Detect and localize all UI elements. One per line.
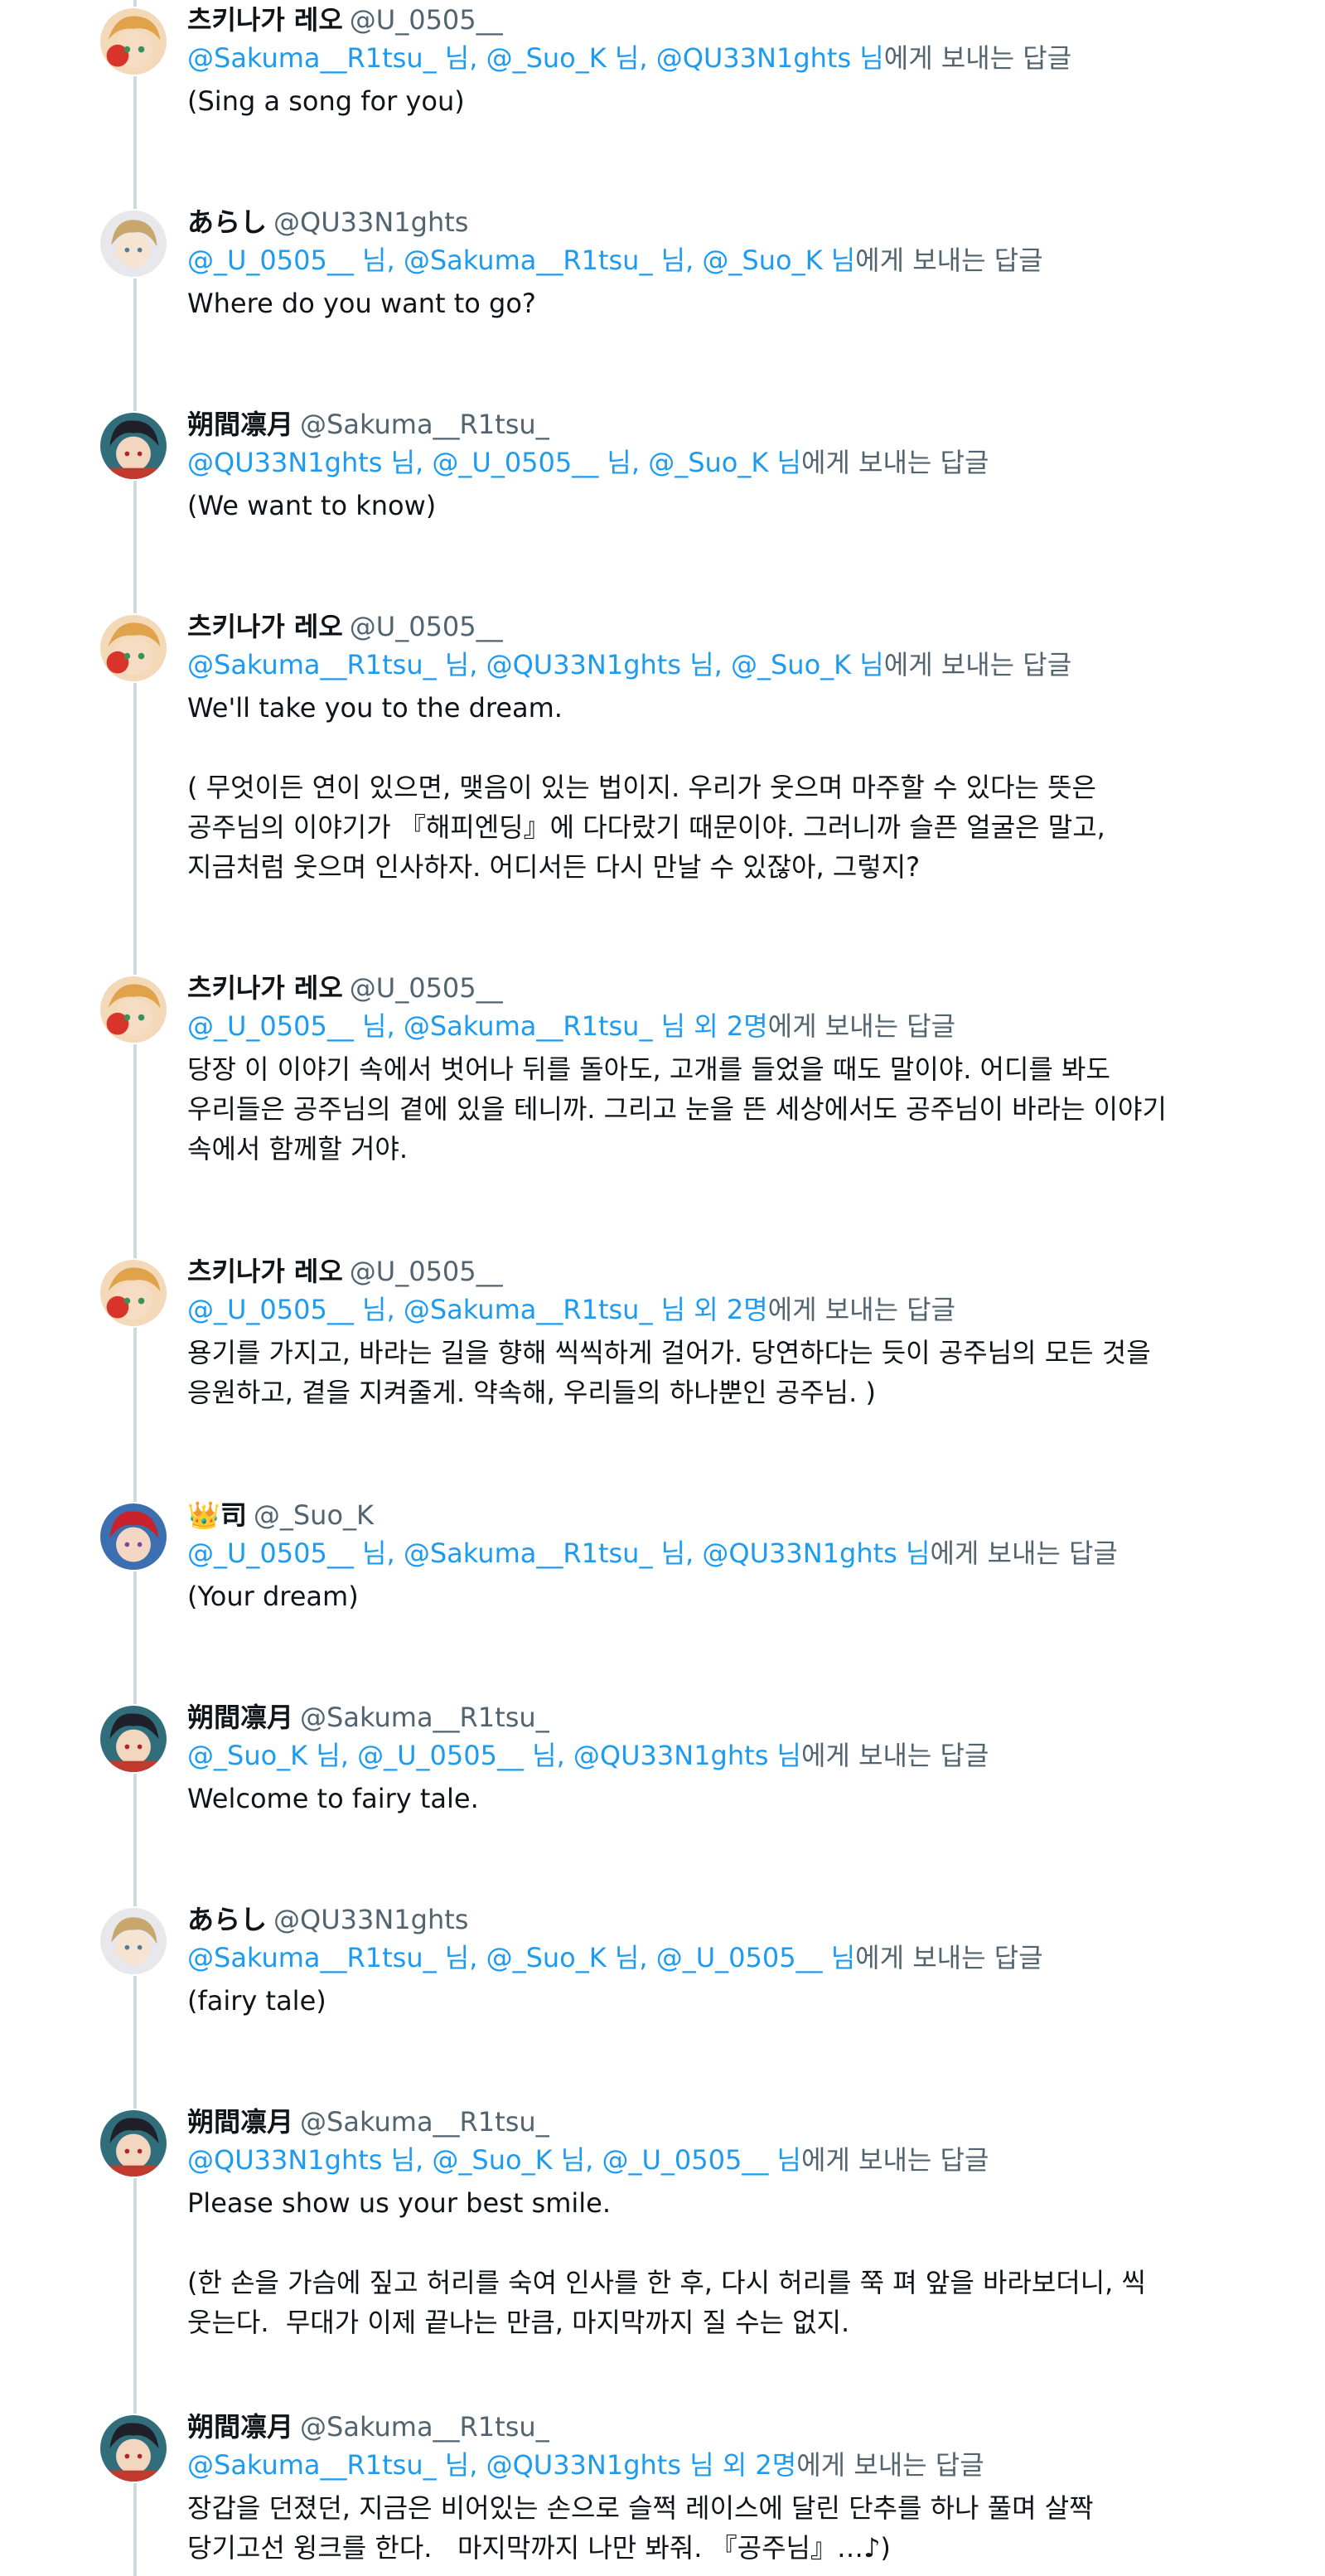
user-handle[interactable]: @QU33N1ghts bbox=[273, 206, 468, 238]
tweet-text: Where do you want to go? bbox=[187, 288, 536, 319]
user-handle[interactable]: @Sakuma__R1tsu_ bbox=[300, 2106, 549, 2138]
tweet-text: Please show us your best smile. (한 손을 가슴… bbox=[187, 2187, 1146, 2338]
reply-mentions[interactable]: @_U_0505__ 님, @Sakuma__R1tsu_ 님, @_Suo_K… bbox=[187, 245, 855, 276]
tweet-text: (Sing a song for you) bbox=[187, 85, 465, 117]
tweet-text: 장갑을 던졌던, 지금은 비어있는 손으로 슬쩍 레이스에 달린 단추를 하나 … bbox=[187, 2492, 1094, 2564]
user-handle[interactable]: @U_0505__ bbox=[350, 1256, 503, 1287]
reply-to-line: @Sakuma__R1tsu_ 님, @_Suo_K 님, @_U_0505__… bbox=[187, 1938, 1292, 1978]
tweet-header: 츠키나가 레오 @U_0505__ bbox=[187, 1253, 1292, 1290]
display-name[interactable]: 朔間凛月 bbox=[187, 2411, 293, 2443]
display-name[interactable]: 츠키나가 레오 bbox=[187, 972, 343, 1004]
arashi-avatar[interactable] bbox=[99, 1906, 168, 1976]
reply-suffix: 에게 보내는 답글 bbox=[855, 245, 1043, 276]
reply-suffix: 에게 보내는 답글 bbox=[800, 2144, 989, 2176]
reply-suffix: 에게 보내는 답글 bbox=[767, 1294, 956, 1325]
reply-mentions[interactable]: @Sakuma__R1tsu_ 님, @QU33N1ghts 님 외 2명 bbox=[187, 2449, 796, 2481]
reply-to-line: @Sakuma__R1tsu_ 님, @QU33N1ghts 님 외 2명에게 … bbox=[187, 2445, 1292, 2485]
display-name[interactable]: あらし bbox=[187, 1904, 267, 1935]
ritsu-avatar[interactable] bbox=[99, 2414, 168, 2483]
tweet-header: あらし @QU33N1ghts bbox=[187, 204, 1292, 240]
user-handle[interactable]: @Sakuma__R1tsu_ bbox=[300, 409, 549, 440]
user-handle[interactable]: @QU33N1ghts bbox=[273, 1904, 468, 1935]
tweet-header: 츠키나가 레오 @U_0505__ bbox=[187, 970, 1292, 1006]
tweet-text: (Your dream) bbox=[187, 1581, 359, 1612]
user-handle[interactable]: @_Suo_K bbox=[254, 1499, 374, 1531]
reply-mentions[interactable]: @QU33N1ghts 님, @_Suo_K 님, @_U_0505__ 님 bbox=[187, 2144, 801, 2176]
tweet-header: 朔間凛月 @Sakuma__R1tsu_ bbox=[187, 2409, 1292, 2445]
reply-suffix: 에게 보내는 답글 bbox=[800, 447, 989, 478]
reply-to-line: @_U_0505__ 님, @Sakuma__R1tsu_ 님, @_Suo_K… bbox=[187, 240, 1292, 280]
reply-to-line: @_Suo_K 님, @_U_0505__ 님, @QU33N1ghts 님에게… bbox=[187, 1736, 1292, 1775]
tweet-text: 당장 이 이야기 속에서 벗어나 뒤를 돌아도, 고개를 들었을 때도 말이야.… bbox=[187, 1053, 1167, 1165]
tweet-header: 츠키나가 레오 @U_0505__ bbox=[187, 608, 1292, 645]
reply-to-line: @QU33N1ghts 님, @_Suo_K 님, @_U_0505__ 님에게… bbox=[187, 2140, 1292, 2180]
reply-suffix: 에게 보내는 답글 bbox=[800, 1740, 989, 1771]
reply-mentions[interactable]: @Sakuma__R1tsu_ 님, @_Suo_K 님, @_U_0505__… bbox=[187, 1942, 855, 1973]
reply-to-line: @_U_0505__ 님, @Sakuma__R1tsu_ 님 외 2명에게 보… bbox=[187, 1290, 1292, 1329]
ritsu-avatar[interactable] bbox=[99, 1704, 168, 1774]
tweet-header: 朔間凛月 @Sakuma__R1tsu_ bbox=[187, 2104, 1292, 2140]
display-name[interactable]: 츠키나가 레오 bbox=[187, 4, 343, 36]
user-handle[interactable]: @U_0505__ bbox=[350, 972, 503, 1004]
ritsu-avatar[interactable] bbox=[99, 411, 168, 481]
tweet-header: 👑司 @_Suo_K bbox=[187, 1497, 1292, 1533]
reply-suffix: 에게 보내는 답글 bbox=[796, 2449, 984, 2481]
display-name[interactable]: 朔間凛月 bbox=[187, 1702, 293, 1733]
reply-suffix: 에게 보내는 답글 bbox=[883, 42, 1072, 74]
tweet-text: (We want to know) bbox=[187, 490, 437, 521]
crown-icon: 👑 bbox=[187, 1499, 220, 1531]
reply-mentions[interactable]: @_U_0505__ 님, @Sakuma__R1tsu_ 님 외 2명 bbox=[187, 1010, 768, 1042]
display-name[interactable]: 朔間凛月 bbox=[187, 2106, 293, 2138]
reply-mentions[interactable]: @_U_0505__ 님, @Sakuma__R1tsu_ 님, @QU33N1… bbox=[187, 1537, 930, 1569]
tweet-text: We'll take you to the dream. ( 무엇이든 연이 있… bbox=[187, 692, 1105, 883]
tweet-text: 용기를 가지고, 바라는 길을 향해 씩씩하게 걸어가. 당연하다는 듯이 공주… bbox=[187, 1337, 1151, 1408]
leo-avatar[interactable] bbox=[99, 613, 168, 683]
reply-to-line: @_U_0505__ 님, @Sakuma__R1tsu_ 님 외 2명에게 보… bbox=[187, 1006, 1292, 1046]
display-name[interactable]: あらし bbox=[187, 206, 267, 238]
leo-avatar[interactable] bbox=[99, 975, 168, 1044]
reply-suffix: 에게 보내는 답글 bbox=[883, 649, 1072, 680]
leo-avatar[interactable] bbox=[99, 7, 168, 76]
user-handle[interactable]: @U_0505__ bbox=[350, 611, 503, 642]
display-name[interactable]: 朔間凛月 bbox=[187, 409, 293, 440]
reply-mentions[interactable]: @Sakuma__R1tsu_ 님, @_Suo_K 님, @QU33N1ght… bbox=[187, 42, 884, 74]
reply-to-line: @QU33N1ghts 님, @_U_0505__ 님, @_Suo_K 님에게… bbox=[187, 443, 1292, 482]
reply-to-line: @_U_0505__ 님, @Sakuma__R1tsu_ 님, @QU33N1… bbox=[187, 1533, 1292, 1573]
user-handle[interactable]: @Sakuma__R1tsu_ bbox=[300, 1702, 549, 1733]
reply-to-line: @Sakuma__R1tsu_ 님, @_Suo_K 님, @QU33N1ght… bbox=[187, 38, 1292, 78]
ritsu-avatar[interactable] bbox=[99, 2109, 168, 2178]
user-handle[interactable]: @Sakuma__R1tsu_ bbox=[300, 2411, 549, 2443]
tweet-text: Welcome to fairy tale. bbox=[187, 1783, 479, 1814]
tweet-header: 朔間凛月 @Sakuma__R1tsu_ bbox=[187, 406, 1292, 443]
tweet-header: 朔間凛月 @Sakuma__R1tsu_ bbox=[187, 1699, 1292, 1736]
tweet-text: (fairy tale) bbox=[187, 1985, 326, 2017]
reply-mentions[interactable]: @Sakuma__R1tsu_ 님, @QU33N1ghts 님, @_Suo_… bbox=[187, 649, 884, 680]
tsukasa-avatar[interactable] bbox=[99, 1502, 168, 1571]
tweet-header: 츠키나가 레오 @U_0505__ bbox=[187, 2, 1292, 38]
reply-to-line: @Sakuma__R1tsu_ 님, @QU33N1ghts 님, @_Suo_… bbox=[187, 645, 1292, 685]
reply-mentions[interactable]: @_U_0505__ 님, @Sakuma__R1tsu_ 님 외 2명 bbox=[187, 1294, 768, 1325]
reply-suffix: 에게 보내는 답글 bbox=[930, 1537, 1118, 1569]
user-handle[interactable]: @U_0505__ bbox=[350, 4, 503, 36]
reply-suffix: 에게 보내는 답글 bbox=[767, 1010, 956, 1042]
reply-mentions[interactable]: @QU33N1ghts 님, @_U_0505__ 님, @_Suo_K 님 bbox=[187, 447, 801, 478]
leo-avatar[interactable] bbox=[99, 1258, 168, 1328]
reply-suffix: 에게 보내는 답글 bbox=[855, 1942, 1043, 1973]
tweet-header: あらし @QU33N1ghts bbox=[187, 1901, 1292, 1938]
display-name[interactable]: 司 bbox=[220, 1499, 247, 1531]
reply-mentions[interactable]: @_Suo_K 님, @_U_0505__ 님, @QU33N1ghts 님 bbox=[187, 1740, 801, 1771]
display-name[interactable]: 츠키나가 레오 bbox=[187, 1256, 343, 1287]
arashi-avatar[interactable] bbox=[99, 209, 168, 278]
display-name[interactable]: 츠키나가 레오 bbox=[187, 611, 343, 642]
